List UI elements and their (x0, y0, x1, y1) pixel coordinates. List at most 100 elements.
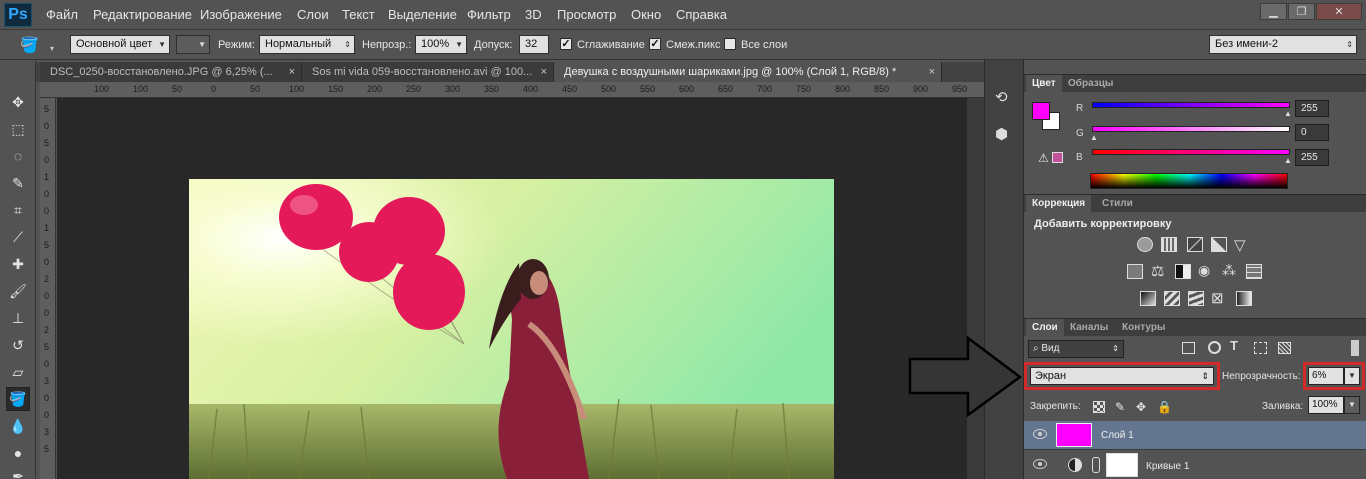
hue-saturation-icon[interactable] (1127, 264, 1143, 279)
photo-filter-icon[interactable]: ◉ (1198, 262, 1210, 279)
menu-help[interactable]: Справка (676, 7, 727, 22)
layer-opacity-input[interactable]: 6% (1308, 367, 1344, 385)
marquee-tool-icon[interactable]: ⬚ (6, 117, 30, 141)
eyedropper-tool-icon[interactable]: ⟋ (6, 225, 30, 249)
vibrance-icon[interactable]: ▽ (1234, 236, 1246, 254)
blend-mode-select[interactable]: Экран ⇕ (1030, 367, 1214, 385)
slider-thumb-icon[interactable]: ▲ (1090, 133, 1098, 142)
lock-transparency-icon[interactable] (1093, 401, 1105, 413)
lock-all-icon[interactable]: 🔒 (1157, 400, 1172, 414)
menu-filter[interactable]: Фильтр (467, 7, 511, 22)
minimize-button[interactable]: ▁ (1260, 3, 1287, 20)
close-icon[interactable]: × (541, 62, 547, 82)
paint-bucket-icon[interactable]: 🪣 (20, 36, 46, 54)
healing-brush-tool-icon[interactable]: ✚ (6, 252, 30, 276)
layer-name[interactable]: Слой 1 (1101, 430, 1134, 441)
menu-layers[interactable]: Слои (297, 7, 329, 22)
document-image[interactable] (189, 179, 834, 479)
tab-document-3[interactable]: Девушка с воздушными шариками.jpg @ 100%… (554, 62, 942, 82)
posterize-icon[interactable] (1164, 291, 1180, 306)
lasso-tool-icon[interactable]: ◌ (6, 144, 30, 168)
fill-input[interactable]: 100% (1308, 396, 1344, 414)
crop-tool-icon[interactable]: ⌗ (6, 198, 30, 222)
layer-name[interactable]: Кривые 1 (1146, 461, 1189, 472)
tab-channels[interactable]: Каналы (1064, 319, 1114, 337)
quick-select-tool-icon[interactable]: ✎ (6, 171, 30, 195)
tolerance-input[interactable]: 32 (519, 35, 549, 54)
menu-window[interactable]: Окно (631, 7, 661, 22)
tab-layers[interactable]: Слои (1026, 319, 1064, 337)
gamut-warning-icon[interactable]: ⚠ (1038, 151, 1049, 165)
tab-color[interactable]: Цвет (1026, 75, 1062, 93)
g-slider[interactable] (1092, 126, 1290, 132)
filter-adjustment-icon[interactable] (1208, 341, 1221, 354)
move-tool-icon[interactable]: ✥ (6, 90, 30, 114)
history-icon[interactable]: ⟲ (995, 88, 1008, 106)
menu-view[interactable]: Просмотр (557, 7, 616, 22)
lock-position-icon[interactable]: ✥ (1134, 400, 1148, 414)
curves-icon[interactable] (1187, 237, 1203, 252)
opacity-input[interactable]: 100% ▼ (415, 35, 467, 54)
tab-paths[interactable]: Контуры (1116, 319, 1171, 337)
layer-filter-select[interactable]: ⌕ Вид ⇕ (1028, 340, 1124, 358)
b-slider[interactable] (1092, 149, 1290, 155)
slider-thumb-icon[interactable]: ▲ (1284, 156, 1292, 165)
clone-stamp-tool-icon[interactable]: ⊥ (6, 306, 30, 330)
black-white-icon[interactable] (1175, 264, 1191, 279)
contiguous-checkbox[interactable]: ✓ (649, 38, 661, 50)
chevron-down-icon[interactable]: ▼ (1344, 396, 1360, 414)
color-lookup-icon[interactable] (1246, 264, 1262, 279)
menu-select[interactable]: Выделение (388, 7, 457, 22)
gradient-map-icon[interactable] (1236, 291, 1252, 306)
3d-cube-icon[interactable]: ⬢ (995, 125, 1008, 143)
filter-shape-icon[interactable] (1254, 342, 1267, 354)
tab-adjustments[interactable]: Коррекция (1026, 195, 1092, 213)
link-chain-icon[interactable] (1092, 457, 1100, 473)
pattern-picker[interactable]: ▼ (176, 35, 210, 54)
tab-swatches[interactable]: Образцы (1062, 75, 1119, 93)
invert-icon[interactable] (1140, 291, 1156, 306)
mode-select[interactable]: Нормальный ⇕ (259, 35, 355, 54)
close-icon[interactable]: × (289, 62, 295, 82)
all-layers-checkbox[interactable] (724, 38, 736, 50)
slider-thumb-icon[interactable]: ▲ (1284, 109, 1292, 118)
filter-type-icon[interactable]: T (1230, 338, 1238, 353)
color-spectrum-ramp[interactable] (1090, 173, 1288, 189)
layer-row[interactable]: Кривые 1 (1024, 451, 1366, 479)
fill-source-select[interactable]: Основной цвет ▼ (70, 35, 170, 54)
tab-document-1[interactable]: DSC_0250-восстановлено.JPG @ 6,25% (... × (40, 62, 302, 82)
menu-file[interactable]: Файл (46, 7, 78, 22)
filter-smart-object-icon[interactable] (1278, 342, 1291, 354)
tab-styles[interactable]: Стили (1096, 195, 1139, 213)
b-value[interactable]: 255 (1295, 149, 1329, 166)
vertical-scrollbar[interactable] (967, 98, 984, 479)
restore-button[interactable]: ❐ (1288, 3, 1315, 20)
levels-icon[interactable] (1161, 237, 1177, 252)
brush-tool-icon[interactable]: 🖌 (6, 279, 30, 303)
menu-type[interactable]: Текст (342, 7, 375, 22)
paint-bucket-tool-icon[interactable]: 🪣 (6, 387, 30, 411)
chevron-down-icon[interactable]: ▾ (50, 44, 54, 53)
threshold-icon[interactable] (1188, 291, 1204, 306)
brightness-icon[interactable] (1137, 237, 1153, 252)
r-value[interactable]: 255 (1295, 100, 1329, 117)
layer-row-selected[interactable]: Слой 1 (1024, 421, 1366, 450)
dodge-tool-icon[interactable]: ● (6, 441, 30, 465)
channel-mixer-icon[interactable]: ⁂ (1222, 262, 1236, 279)
foreground-color-swatch[interactable] (1032, 102, 1050, 120)
workspace-select[interactable]: Без имени-2 ⇕ (1209, 35, 1357, 54)
menu-edit[interactable]: Редактирование (93, 7, 192, 22)
blur-tool-icon[interactable]: 💧 (6, 414, 30, 438)
lock-pixels-icon[interactable]: ✎ (1113, 400, 1127, 414)
r-slider[interactable] (1092, 102, 1290, 108)
exposure-icon[interactable] (1211, 237, 1227, 252)
visibility-eye-icon[interactable] (1033, 429, 1047, 439)
g-value[interactable]: 0 (1295, 124, 1329, 141)
tab-document-2[interactable]: Sos mi vida 059-восстановлено.avi @ 100.… (302, 62, 554, 82)
close-icon[interactable]: × (929, 62, 935, 82)
gamut-color-swatch[interactable] (1052, 152, 1063, 163)
filter-pixel-icon[interactable] (1182, 342, 1195, 354)
close-window-button[interactable]: ✕ (1316, 3, 1362, 20)
menu-3d[interactable]: 3D (525, 7, 542, 22)
selective-color-icon[interactable]: ⊠ (1211, 289, 1224, 307)
